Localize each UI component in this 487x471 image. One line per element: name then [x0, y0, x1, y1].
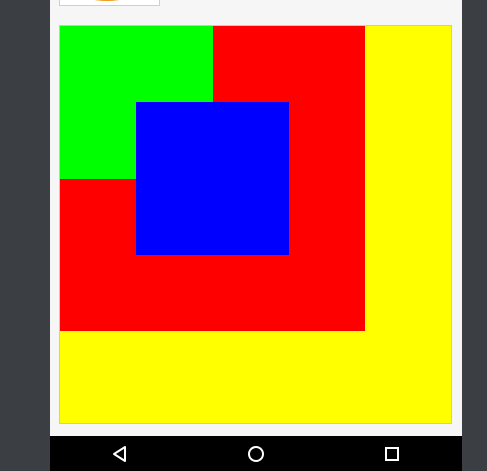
back-button[interactable]: [90, 436, 150, 471]
orange-fruit-image: [82, 0, 132, 1]
home-circle-icon: [248, 445, 264, 462]
blue-square: [136, 102, 289, 255]
recents-button[interactable]: [362, 436, 422, 471]
nested-squares-view: [59, 25, 452, 424]
right-background: [462, 0, 487, 471]
recents-square-icon: [385, 446, 399, 461]
system-navigation-bar: [50, 436, 462, 471]
home-button[interactable]: [226, 436, 286, 471]
left-background: [0, 0, 50, 471]
app-screen: [50, 0, 462, 471]
back-triangle-icon: [113, 445, 126, 462]
image-thumbnail[interactable]: [59, 0, 160, 6]
